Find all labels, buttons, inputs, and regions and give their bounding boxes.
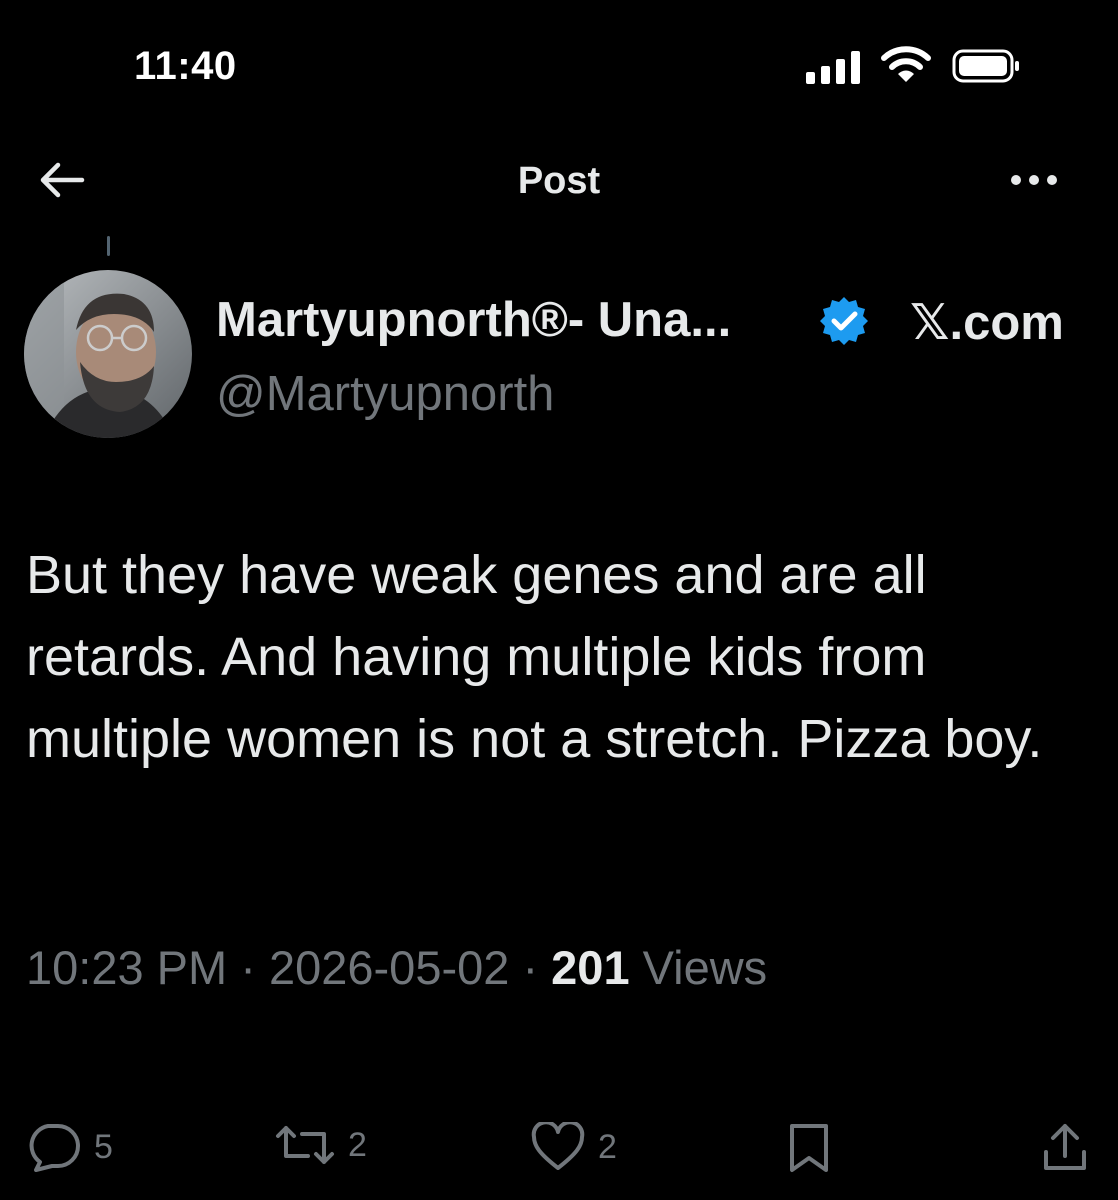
share-button[interactable]: [1042, 1122, 1088, 1174]
like-count: 2: [598, 1127, 617, 1166]
status-time: 11:40: [134, 44, 237, 88]
reply-count: 5: [94, 1127, 113, 1166]
back-arrow-icon: [40, 162, 85, 198]
author-display-name[interactable]: Martyupnorth®- Una...: [216, 292, 731, 348]
like-icon: [531, 1122, 585, 1170]
reply-button[interactable]: 5: [24, 1122, 113, 1172]
share-icon: [1044, 1124, 1086, 1170]
repost-icon: [276, 1126, 334, 1164]
author-handle[interactable]: @Martyupnorth: [216, 366, 554, 422]
bookmark-icon: [790, 1124, 828, 1172]
more-icon: [1011, 175, 1057, 185]
tweet-date: 2026-05-02: [268, 941, 510, 994]
separator: ·: [240, 941, 256, 994]
reply-icon: [29, 1124, 80, 1172]
tweet-metadata: 10:23 PM · 2026-05-02 · 201 Views: [26, 940, 767, 995]
repost-count: 2: [348, 1125, 367, 1164]
verified-badge-icon: [818, 295, 870, 352]
avatar[interactable]: [24, 270, 192, 438]
signal-icon: [806, 50, 864, 89]
bookmark-button[interactable]: [786, 1122, 832, 1174]
source-link[interactable]: 𝕏.com: [910, 294, 1064, 351]
views-label: Views: [642, 941, 768, 994]
wifi-icon: [880, 44, 932, 89]
like-button[interactable]: 2: [530, 1122, 617, 1172]
views-count[interactable]: 201: [551, 941, 629, 994]
repost-button[interactable]: 2: [274, 1122, 367, 1168]
tweet-time: 10:23 PM: [26, 941, 228, 994]
back-button[interactable]: [38, 160, 86, 205]
tweet-text: But they have weak genes and are all ret…: [26, 545, 1043, 769]
more-options-button[interactable]: [1008, 168, 1060, 197]
page-title: Post: [517, 160, 601, 202]
battery-icon: [952, 49, 1022, 88]
thread-connector-line: [107, 236, 110, 256]
separator: ·: [522, 941, 539, 994]
